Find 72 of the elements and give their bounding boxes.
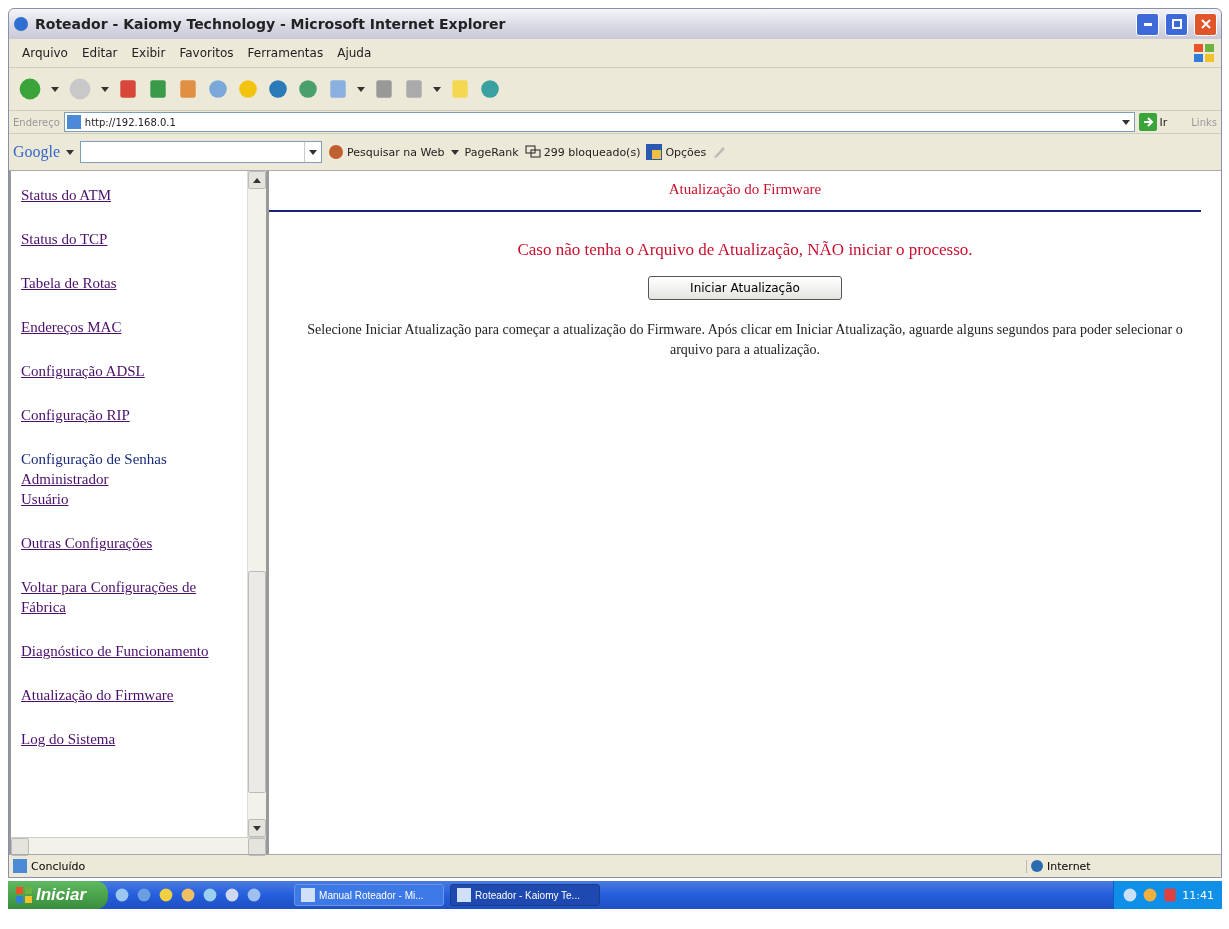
google-logo[interactable]: Google [13, 143, 61, 161]
menu-item[interactable]: Ajuda [330, 46, 379, 60]
sidebar-link[interactable]: Log do Sistema [21, 729, 221, 749]
minimize-icon [1143, 22, 1152, 26]
maximize-icon [1171, 19, 1182, 29]
search-dropdown-icon[interactable] [309, 149, 318, 155]
page-icon [13, 859, 27, 873]
quick-launch-icon[interactable] [158, 887, 175, 903]
close-button[interactable] [1194, 12, 1217, 36]
horizontal-scrollbar[interactable] [11, 837, 266, 854]
sidebar-link[interactable]: Status do ATM [21, 185, 221, 205]
minimize-button[interactable] [1136, 12, 1159, 36]
dropdown-caret-icon[interactable] [101, 86, 109, 92]
close-icon [1200, 19, 1211, 29]
search-web-button[interactable]: Pesquisar na Web [328, 144, 445, 160]
window-title: Roteador - Kaiomy Technology - Microsoft Internet Explorer [35, 16, 507, 32]
taskbar-task[interactable]: Roteador - Kaiomy Te... [450, 884, 601, 906]
popup-blocker-button[interactable]: 299 bloqueado(s) [524, 145, 641, 159]
address-label: Endereço [13, 116, 60, 128]
options-button[interactable]: Opções [646, 144, 707, 160]
sidebar-link[interactable]: Tabela de Rotas [21, 273, 221, 293]
address-field[interactable]: http://192.168.0.1 [63, 112, 1135, 132]
quick-launch-icon[interactable] [202, 887, 219, 903]
pencil-icon[interactable] [712, 145, 727, 159]
scroll-up-icon [253, 177, 261, 183]
instructions-text: Selecione Iniciar Atualização para começar a atualização do Firmware. Após clicar em Iniciar Atualização, aguarde alguns segundos para poder selecionar o arquivo para a atualização. [306, 321, 1184, 359]
menu-item[interactable]: Exibir [124, 46, 173, 60]
menu-item[interactable]: Ferramentas [240, 46, 331, 60]
sidebar-link[interactable]: Configuração RIP [21, 405, 221, 425]
quick-launch-icon[interactable] [180, 887, 197, 903]
go-button[interactable]: Ir [1138, 113, 1168, 131]
taskbar-task[interactable]: Manual Roteador - Mi... [294, 884, 445, 906]
status-text: Concluído [31, 859, 86, 873]
dropdown-caret-icon[interactable] [433, 86, 441, 92]
scroll-down-icon [253, 825, 261, 831]
windows-icon [524, 145, 541, 159]
sidebar-link[interactable]: Configuração ADSL [21, 361, 221, 381]
menu-item[interactable]: Favoritos [172, 46, 241, 60]
windows-flag-icon [16, 887, 32, 903]
sidebar-link[interactable]: Atualização do Firmware [21, 685, 221, 705]
pagerank-indicator: PageRank [464, 145, 519, 159]
sidebar-link[interactable]: Diagnóstico de Funcionamento [21, 641, 221, 661]
sidebar-link[interactable]: Voltar para Configurações de Fábrica [21, 577, 221, 617]
quick-launch-icon[interactable] [114, 887, 131, 903]
zone-text: Internet [1047, 859, 1091, 873]
warning-text: Caso não tenha o Arquivo de Atualização, NÃO iniciar o processo. [517, 240, 973, 260]
address-dropdown-icon[interactable] [1121, 119, 1130, 125]
windows-flag-icon [1193, 43, 1215, 63]
quick-launch-icon[interactable] [224, 887, 241, 903]
window-icon [301, 888, 316, 902]
window-icon [457, 888, 472, 902]
menu-item[interactable]: Arquivo [15, 46, 75, 60]
dropdown-caret-icon[interactable] [51, 86, 59, 92]
sidebar-link[interactable]: Status do TCP [21, 229, 221, 249]
clock: 11:41 [1182, 888, 1214, 902]
menu-item[interactable]: Editar [74, 46, 125, 60]
sidebar-link[interactable]: Administrador [21, 469, 221, 489]
start-update-button[interactable]: Iniciar Atualização [648, 276, 842, 300]
quick-launch-icon[interactable] [246, 887, 263, 903]
vertical-scrollbar[interactable] [247, 171, 266, 837]
dropdown-caret-icon[interactable] [66, 149, 75, 155]
dropdown-caret-icon[interactable] [357, 86, 365, 92]
sidebar-heading: Configuração de Senhas [21, 450, 168, 469]
sidebar-link[interactable]: Usuário [21, 489, 221, 509]
maximize-button[interactable] [1165, 12, 1188, 36]
page-title: Atualização do Firmware [668, 181, 822, 198]
dropdown-caret-icon[interactable] [450, 149, 459, 155]
page-icon [66, 115, 81, 129]
google-search-field[interactable] [80, 141, 323, 163]
sidebar-link[interactable]: Endereços MAC [21, 317, 221, 337]
sidebar-link[interactable]: Outras Configurações [21, 533, 221, 553]
quick-launch-icon[interactable] [136, 887, 153, 903]
